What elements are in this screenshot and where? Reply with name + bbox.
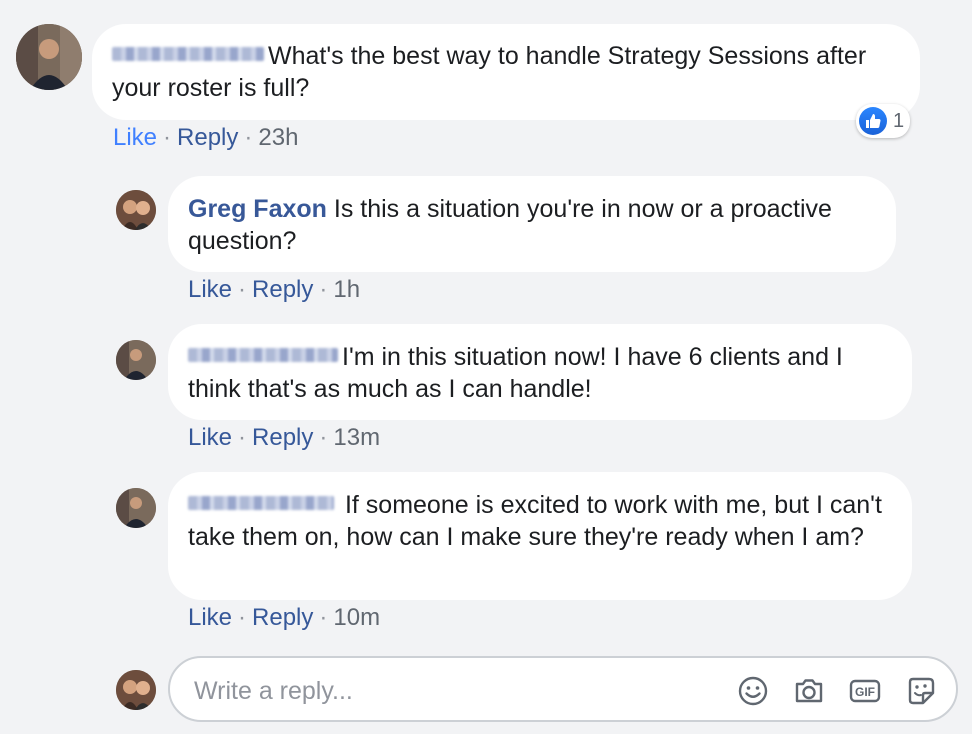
- comment-timestamp[interactable]: 10m: [333, 604, 380, 631]
- reply-author-avatar[interactable]: [116, 190, 156, 230]
- like-link[interactable]: Like: [188, 276, 232, 303]
- reply-comment-actions: Like · Reply · 10m: [188, 603, 380, 633]
- current-user-avatar: [116, 670, 156, 710]
- like-link[interactable]: Like: [188, 604, 232, 631]
- reply-comment-actions: Like · Reply · 1h: [188, 275, 360, 305]
- separator-dot: ·: [319, 604, 328, 631]
- reply-link[interactable]: Reply: [252, 604, 313, 631]
- parent-comment-actions: Like · Reply · 23h: [113, 123, 298, 153]
- redacted-author-name[interactable]: [112, 47, 264, 62]
- reply-comment-bubble: If someone is excited to work with me, b…: [168, 472, 912, 600]
- reply-composer: GIF: [168, 656, 958, 722]
- separator-dot: ·: [238, 604, 247, 631]
- reaction-count: 1: [893, 109, 905, 132]
- comment-timestamp[interactable]: 13m: [333, 424, 380, 451]
- redacted-author-name[interactable]: [188, 496, 334, 511]
- reply-comment-bubble: Greg Faxon Is this a situation you're in…: [168, 176, 896, 272]
- reply-link[interactable]: Reply: [252, 276, 313, 303]
- reply-author-avatar[interactable]: [116, 340, 156, 380]
- comment-timestamp[interactable]: 23h: [258, 124, 298, 151]
- separator-dot: ·: [319, 276, 328, 303]
- reply-author-avatar[interactable]: [116, 488, 156, 528]
- like-link[interactable]: Like: [188, 424, 232, 451]
- sticker-icon[interactable]: [904, 674, 938, 708]
- emoji-icon[interactable]: [736, 674, 770, 708]
- gif-icon[interactable]: GIF: [848, 674, 882, 708]
- separator-dot: ·: [244, 124, 253, 151]
- gif-label: GIF: [855, 685, 875, 699]
- reply-input[interactable]: [192, 672, 696, 710]
- reply-comment-bubble: I'm in this situation now! I have 6 clie…: [168, 324, 912, 420]
- separator-dot: ·: [319, 424, 328, 451]
- separator-dot: ·: [163, 124, 172, 151]
- camera-icon[interactable]: [792, 674, 826, 708]
- parent-commenter-avatar[interactable]: [16, 24, 82, 90]
- like-link[interactable]: Like: [113, 124, 157, 151]
- parent-comment-bubble: What's the best way to handle Strategy S…: [92, 24, 920, 120]
- reply-link[interactable]: Reply: [252, 424, 313, 451]
- separator-dot: ·: [238, 424, 247, 451]
- reply-comment-actions: Like · Reply · 13m: [188, 423, 380, 453]
- reply-link[interactable]: Reply: [177, 124, 238, 151]
- comment-timestamp[interactable]: 1h: [333, 276, 360, 303]
- reaction-summary[interactable]: 1: [856, 104, 911, 138]
- redacted-author-name[interactable]: [188, 348, 338, 363]
- reply-author-name[interactable]: Greg Faxon: [188, 195, 327, 223]
- like-reaction-icon: [859, 107, 887, 135]
- separator-dot: ·: [238, 276, 247, 303]
